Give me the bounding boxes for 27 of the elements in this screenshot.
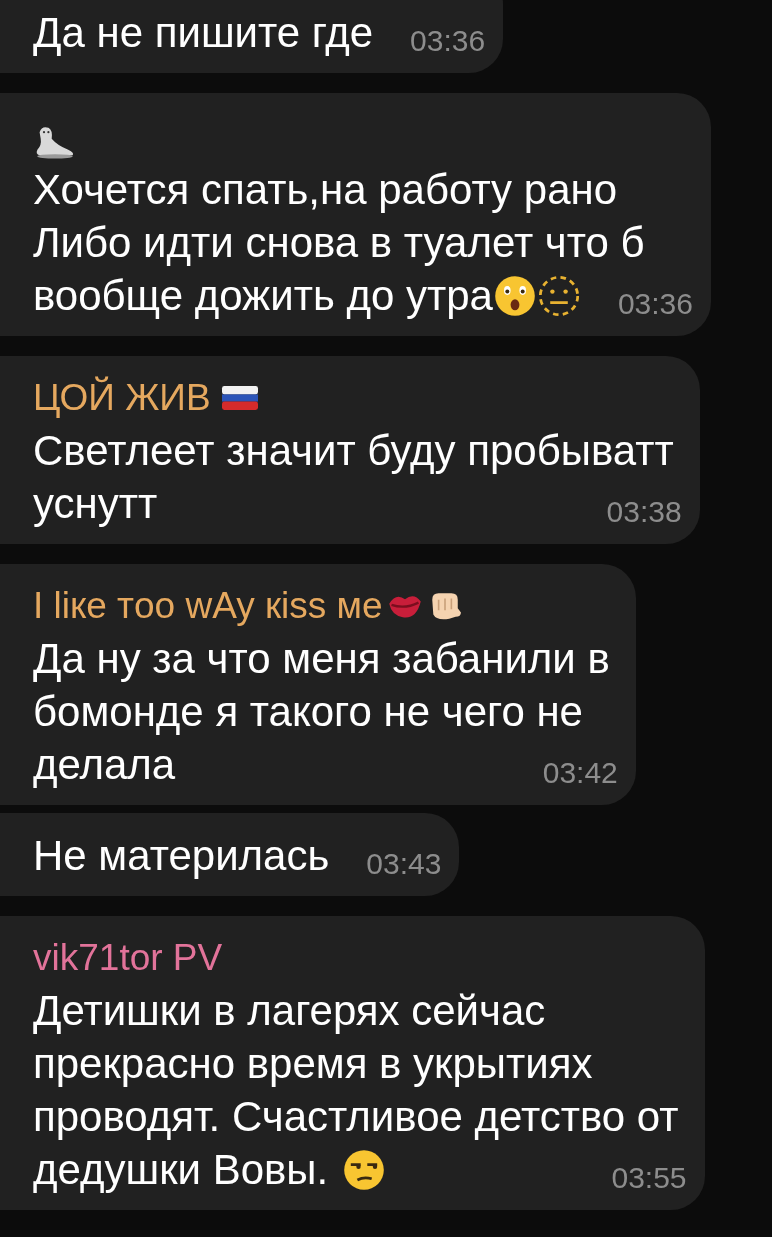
message-time: 03:38 (606, 494, 682, 530)
message-text: Либо идти снова в туалет что б (33, 218, 645, 268)
message-text: вообще дожить до утра (33, 271, 493, 321)
unamused-face-icon (342, 1147, 387, 1192)
message-text: Детишки в лагерях сейчас (33, 986, 546, 1036)
message-text: Светлеет значит буду пробыватт (33, 426, 674, 476)
sender-name[interactable]: I liкe тoo wAy кiss мe (33, 585, 383, 627)
message-time: 03:36 (617, 286, 693, 322)
message-text: Хочется спать,на работу рано (33, 165, 618, 215)
sender-name[interactable]: ЦОЙ ЖИВ (33, 377, 211, 419)
sender-name[interactable]: vik71tor PV (33, 937, 223, 979)
message-text: проводят. Счастливое детство от (33, 1092, 679, 1142)
message-text: бомонде я такого не чего не (33, 687, 583, 737)
message-time: 03:36 (410, 23, 486, 59)
message-text: Не материлась (33, 831, 330, 881)
message-text: делала (33, 740, 176, 790)
message-time: 03:42 (542, 755, 618, 791)
message-text: уснутт (33, 479, 158, 529)
flag-icon (220, 386, 259, 410)
message-text: прекрасно время в укрытиях (33, 1039, 593, 1089)
message-time: 03:43 (366, 846, 442, 882)
message-text: дедушки Вовы. (33, 1145, 329, 1195)
dotted-face-icon (536, 273, 581, 318)
message-time: 03:55 (611, 1160, 687, 1196)
astonished-face-icon (492, 273, 537, 318)
message-text: Да ну за что меня забанили в (33, 634, 610, 684)
message-text: Да не пишите где (33, 8, 374, 58)
